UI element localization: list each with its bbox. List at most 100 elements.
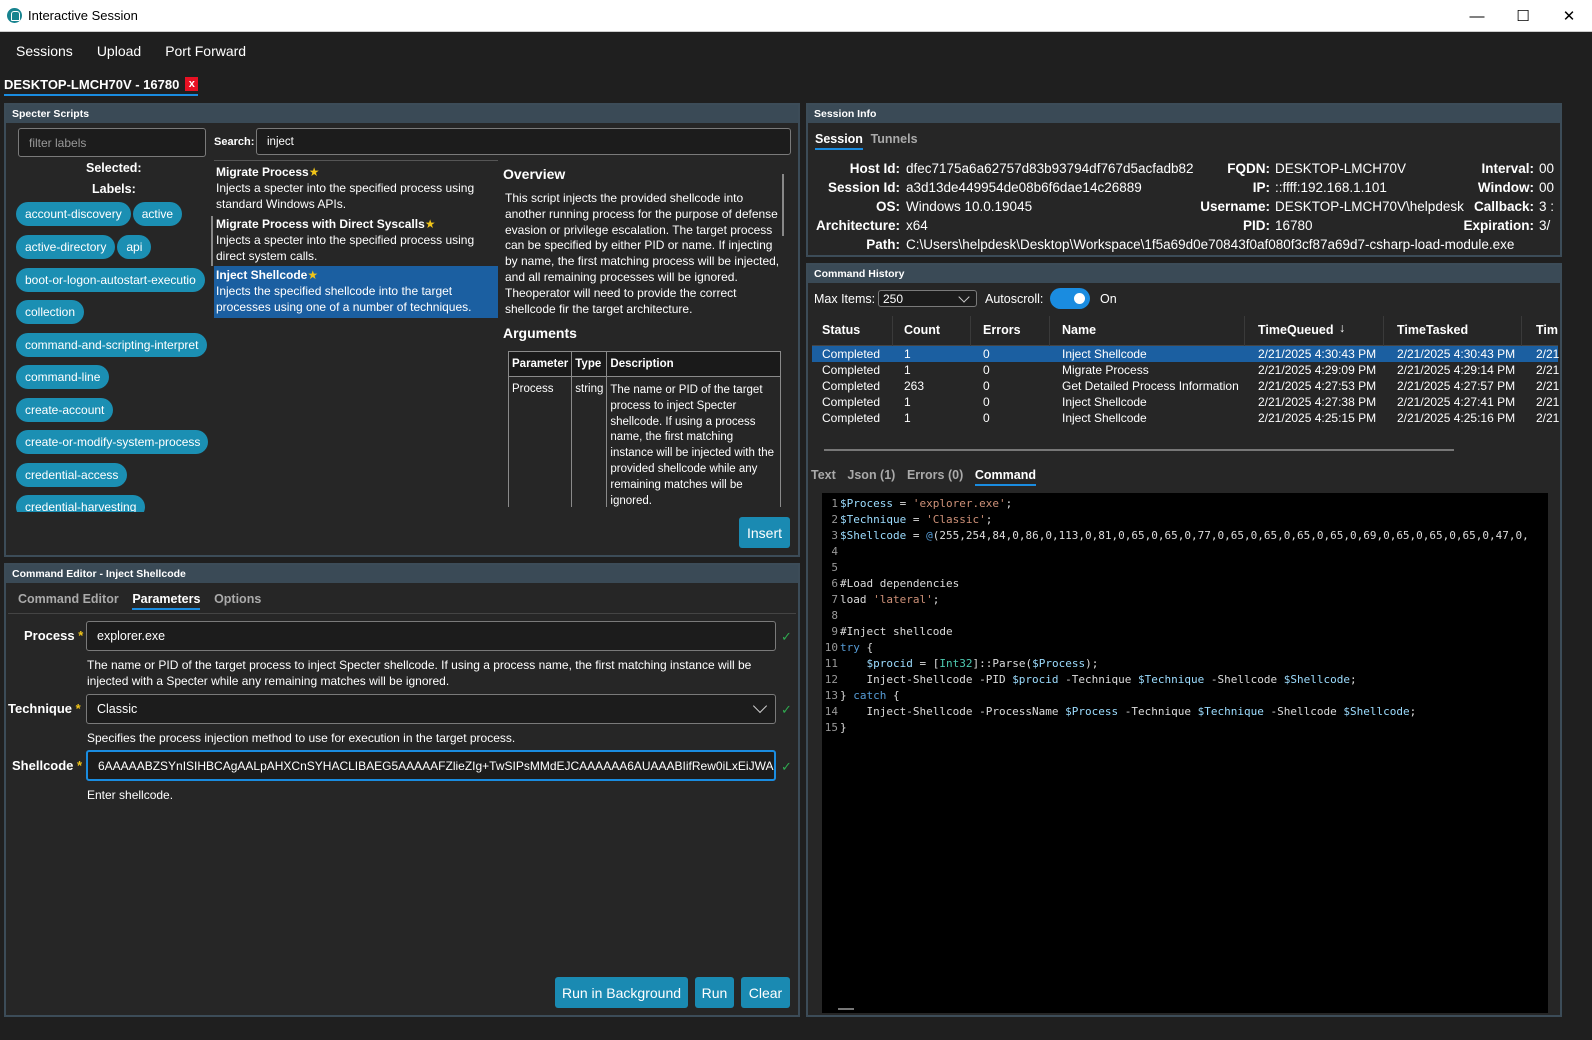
label-tag[interactable]: credential-access bbox=[16, 463, 128, 487]
script-item-inject-shellcode[interactable]: Inject Shellcode★ Injects the specified … bbox=[214, 266, 498, 318]
username-label: Username: bbox=[1200, 199, 1270, 214]
overview-title: Overview bbox=[503, 166, 566, 182]
tabs-divider bbox=[8, 613, 796, 614]
table-row[interactable]: Completed 1 0 Migrate Process 2/21/2025 … bbox=[812, 362, 1559, 378]
tab-command[interactable]: Command bbox=[974, 468, 1036, 486]
script-search-input[interactable]: inject bbox=[256, 128, 791, 155]
code-line: } catch { bbox=[840, 689, 900, 702]
code-line: $procid = [Int32]::Parse($Process); bbox=[866, 657, 1099, 670]
cell-timetasked: 2/21/2025 4:29:14 PM bbox=[1397, 363, 1516, 377]
code-line: try { bbox=[840, 641, 874, 654]
menu-port-forward[interactable]: Port Forward bbox=[165, 43, 246, 59]
close-window-button[interactable]: ✕ bbox=[1546, 0, 1592, 32]
col-timetasked[interactable]: TimeTasked bbox=[1397, 323, 1468, 337]
tab-json[interactable]: Json (1) bbox=[847, 468, 895, 482]
sort-down-icon: ↓ bbox=[1339, 321, 1346, 335]
host-id-label: Host Id: bbox=[849, 161, 900, 176]
script-name: Inject Shellcode bbox=[216, 268, 308, 282]
label-tag[interactable]: active-directory bbox=[16, 235, 116, 259]
maximize-button[interactable]: ☐ bbox=[1500, 0, 1546, 32]
tab-command-editor[interactable]: Command Editor bbox=[18, 592, 119, 606]
label-tag[interactable]: collection bbox=[16, 300, 85, 324]
label-tag[interactable]: command-and-scripting-interpret bbox=[16, 333, 208, 357]
cell-timequeued: 2/21/2025 4:25:15 PM bbox=[1258, 411, 1377, 425]
label-tag[interactable]: credential-harvesting bbox=[16, 495, 146, 512]
autoscroll-state: On bbox=[1100, 292, 1117, 306]
script-desc: Injects the specified shellcode into the… bbox=[216, 284, 472, 314]
host-id-value: dfec7175a6a62757d83b93794df767d5acfadb82 bbox=[906, 161, 1194, 176]
session-tab-close-icon[interactable]: x bbox=[185, 77, 199, 91]
interval-value: 00 bbox=[1539, 161, 1555, 176]
label-tag[interactable]: create-account bbox=[16, 398, 114, 422]
label-tag[interactable]: command-line bbox=[16, 365, 110, 389]
list-scrollbar[interactable] bbox=[211, 216, 213, 266]
panel-title: Specter Scripts bbox=[6, 105, 798, 123]
code-line: $Technique = 'Classic'; bbox=[840, 513, 993, 526]
label-tag[interactable]: account-discovery bbox=[16, 202, 131, 226]
session-tab[interactable]: DESKTOP-LMCH70V - 16780 x bbox=[4, 74, 199, 96]
callback-value: 3 : bbox=[1539, 199, 1555, 214]
col-time[interactable]: Tim bbox=[1536, 323, 1558, 337]
run-button[interactable]: Run bbox=[695, 977, 734, 1008]
cell-timetasked: 2/21/2025 4:30:43 PM bbox=[1397, 347, 1516, 361]
process-valid-icon: ✓ bbox=[781, 629, 792, 644]
line-number: 7 bbox=[831, 593, 838, 606]
col-divider bbox=[970, 316, 971, 346]
code-scrollbar[interactable] bbox=[838, 1008, 854, 1010]
script-name: Migrate Process bbox=[216, 165, 309, 179]
tab-text[interactable]: Text bbox=[811, 468, 836, 482]
pid-value: 16780 bbox=[1275, 218, 1313, 233]
col-divider bbox=[1521, 316, 1522, 346]
tab-parameters[interactable]: Parameters bbox=[132, 592, 201, 610]
tab-session[interactable]: Session bbox=[815, 132, 863, 150]
overview-scrollbar[interactable] bbox=[782, 174, 784, 236]
session-info-tabs: Session Tunnels bbox=[815, 131, 928, 150]
tab-tunnels[interactable]: Tunnels bbox=[871, 132, 918, 146]
command-code-view[interactable]: 1 $Process = 'explorer.exe'; 2 $Techniqu… bbox=[822, 493, 1548, 1013]
tab-errors[interactable]: Errors (0) bbox=[907, 468, 963, 482]
autoscroll-label: Autoscroll: bbox=[985, 292, 1044, 306]
session-info-grid: Host Id: dfec7175a6a62757d83b93794df767d… bbox=[810, 155, 1556, 255]
minimize-button[interactable]: — bbox=[1454, 0, 1500, 32]
col-errors[interactable]: Errors bbox=[983, 323, 1021, 337]
tab-options[interactable]: Options bbox=[214, 592, 261, 606]
menu-upload[interactable]: Upload bbox=[97, 43, 141, 59]
insert-button[interactable]: Insert bbox=[739, 517, 790, 548]
col-status[interactable]: Status bbox=[822, 323, 860, 337]
run-in-background-button[interactable]: Run in Background bbox=[555, 977, 688, 1008]
col-name[interactable]: Name bbox=[1062, 323, 1096, 337]
technique-label: Technique * bbox=[8, 701, 81, 716]
label-tag[interactable]: active bbox=[132, 202, 183, 226]
script-item-migrate-direct-syscalls[interactable]: Migrate Process with Direct Syscalls★ In… bbox=[214, 215, 498, 265]
max-items-select[interactable]: 250 bbox=[878, 290, 977, 307]
script-desc: Injects a specter into the specified pro… bbox=[216, 233, 475, 263]
label-tag[interactable]: create-or-modify-system-process bbox=[16, 430, 208, 454]
filter-labels-input[interactable]: filter labels bbox=[18, 128, 206, 157]
history-scrollbar[interactable] bbox=[824, 449, 1454, 451]
clear-button[interactable]: Clear bbox=[741, 977, 790, 1008]
table-row[interactable]: Completed 1 0 Inject Shellcode 2/21/2025… bbox=[812, 410, 1559, 426]
script-item-migrate-process[interactable]: Migrate Process★ Injects a specter into … bbox=[214, 163, 498, 213]
autoscroll-toggle[interactable] bbox=[1050, 288, 1090, 309]
cell-timequeued: 2/21/2025 4:27:53 PM bbox=[1258, 379, 1377, 393]
expiration-value: 3/ bbox=[1539, 218, 1551, 233]
label-tag[interactable]: boot-or-logon-autostart-executio bbox=[16, 268, 205, 292]
menu-sessions[interactable]: Sessions bbox=[16, 43, 73, 59]
shellcode-input[interactable]: 6AAAAABZSYnISIHBCAgAALpAHXCnSYHACLIBAEG5… bbox=[86, 750, 776, 781]
line-number: 4 bbox=[831, 545, 838, 558]
line-number: 1 bbox=[831, 497, 838, 510]
table-row[interactable]: Completed 1 0 Inject Shellcode 2/21/2025… bbox=[812, 394, 1559, 410]
cell-count: 1 bbox=[904, 395, 911, 409]
panel-title: Command History bbox=[808, 265, 1560, 283]
path-label: Path: bbox=[866, 237, 900, 252]
table-row[interactable]: Completed 1 0 Inject Shellcode 2/21/2025… bbox=[812, 346, 1559, 362]
col-timequeued[interactable]: TimeQueued bbox=[1258, 323, 1333, 337]
col-count[interactable]: Count bbox=[904, 323, 940, 337]
line-number: 5 bbox=[831, 561, 838, 574]
process-input[interactable]: explorer.exe bbox=[86, 621, 776, 651]
technique-select[interactable]: Classic bbox=[86, 694, 776, 724]
label-tag[interactable]: api bbox=[117, 235, 152, 259]
cell-errors: 0 bbox=[983, 363, 990, 377]
technique-valid-icon: ✓ bbox=[781, 702, 792, 717]
table-row[interactable]: Completed 263 0 Get Detailed Process Inf… bbox=[812, 378, 1559, 394]
